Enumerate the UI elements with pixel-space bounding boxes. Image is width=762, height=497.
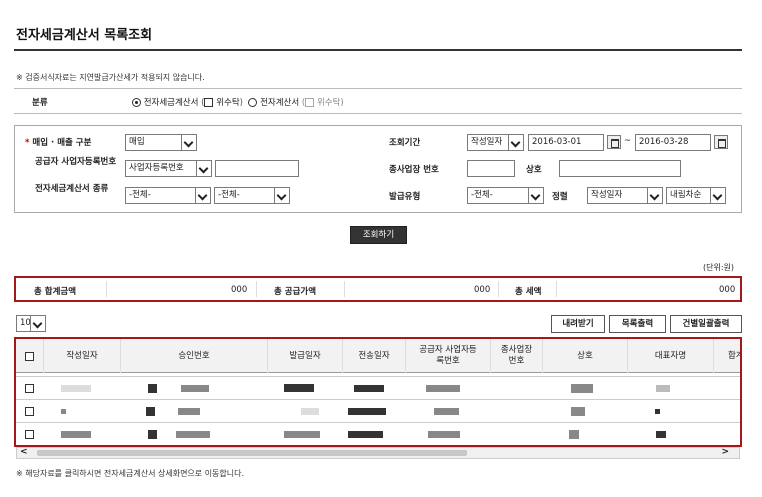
date-to-input[interactable]: 2016-03-28 [635,134,711,151]
tax-amount-label: 총 세액 [515,287,542,297]
radio-tax-invoice[interactable] [132,98,141,107]
trade-name-input[interactable] [559,160,681,177]
col-branch-number[interactable]: 종사업장 번호 [491,339,543,373]
invoice-table: 작성일자 승인번호 발급일자 전송일자 공급자 사업자등록번호 종사업장 번호 … [14,337,742,447]
issue-type-label: 발급유형 [389,192,421,202]
category-options: 전자세금계산서 ( 위수탁) 전자계산서 ( 위수탁) [132,96,344,108]
title-divider [14,49,742,51]
unit-label: (단위:원) [703,263,735,272]
chevron-down-icon [528,188,543,203]
select-all-cell [16,339,44,373]
table-row[interactable] [16,399,740,422]
radio-invoice-label: 전자계산서 [260,98,300,108]
chevron-down-icon [508,135,523,150]
col-issue-date[interactable]: 발급일자 [268,339,343,373]
date-from-input[interactable]: 2016-03-01 [528,134,604,151]
summary-bar: 총 합계금액 000 총 공급가액 000 총 세액 000 [14,276,742,302]
row-checkbox[interactable] [25,384,34,393]
order-select[interactable]: 내림차순 [666,187,726,204]
notice-bottom: ※ 해당자료를 클릭하시면 전자세금계산서 상세화면으로 이동합니다. [16,469,245,478]
supplier-label: 공급자 사업자등록번호 [35,157,117,167]
chevron-down-icon [274,188,289,203]
select-all-checkbox[interactable] [25,351,34,361]
supply-amount-label: 총 공급가액 [274,287,317,297]
col-approval-number[interactable]: 승인번호 [121,339,268,373]
category-row: 분류 전자세금계산서 ( 위수탁) 전자계산서 ( 위수탁) [14,88,742,114]
trade-name-label: 상호 [526,165,542,175]
row-checkbox[interactable] [25,430,34,439]
checkbox-consignment-2[interactable] [305,98,315,107]
checkbox-consignment-1-label: 위수탁 [216,98,240,108]
invoice-type-select-2[interactable]: -전체- [214,187,290,204]
supplier-type-select[interactable]: 사업자등록번호 [125,160,212,177]
supplier-number-input[interactable] [215,160,299,177]
download-button[interactable]: 내려받기 [551,315,605,333]
period-type-select[interactable]: 작성일자 [467,134,524,151]
calendar-icon[interactable] [607,135,621,149]
date-separator: ~ [624,136,632,146]
print-list-button[interactable]: 목록출력 [609,315,666,333]
branch-number-input[interactable] [467,160,515,177]
period-label: 조회기간 [389,138,421,148]
sales-type-label: * 매입 · 매출 구분 [25,138,92,148]
branch-label: 종사업장 번호 [389,165,439,175]
filter-panel: * 매입 · 매출 구분 매입 조회기간 작성일자 2016-03-01 ~ 2… [14,125,742,213]
search-button[interactable]: 조회하기 [350,226,407,244]
scroll-right-icon[interactable]: > [721,447,729,457]
total-amount-label: 총 합계금액 [34,287,77,297]
chevron-down-icon [30,316,45,331]
row-checkbox[interactable] [25,407,34,416]
col-representative[interactable]: 대표자명 [628,339,714,373]
calendar-icon[interactable] [714,135,728,149]
sort-select[interactable]: 작성일자 [587,187,663,204]
page-title: 전자세금계산서 목록조회 [16,28,153,43]
col-send-date[interactable]: 전송일자 [343,339,406,373]
horizontal-scrollbar[interactable]: < > [16,447,740,459]
invoice-type-label: 전자세금계산서 종류 [35,184,109,194]
radio-invoice[interactable] [248,98,258,107]
category-label: 분류 [32,98,48,108]
sales-type-select[interactable]: 매입 [125,134,197,151]
supply-amount-value: 000 [474,285,491,295]
table-row[interactable] [16,376,740,399]
col-supplier-reg-number[interactable]: 공급자 사업자등록번호 [406,339,491,373]
radio-tax-invoice-label: 전자세금계산서 [143,98,199,108]
col-trade-name[interactable]: 상호 [543,339,628,373]
chevron-down-icon [195,188,210,203]
scrollbar-thumb[interactable] [37,450,467,456]
col-written-date[interactable]: 작성일자 [44,339,121,373]
chevron-down-icon [710,188,725,203]
invoice-type-select-1[interactable]: -전체- [125,187,211,204]
issue-type-select[interactable]: -전체- [467,187,544,204]
tax-amount-value: 000 [719,285,736,295]
checkbox-consignment-1[interactable] [204,98,214,107]
chevron-down-icon [647,188,662,203]
scroll-left-icon[interactable]: < [20,447,28,457]
table-row[interactable] [16,422,740,445]
chevron-down-icon [181,135,196,150]
sort-label: 정렬 [552,192,568,202]
total-amount-value: 000 [231,285,248,295]
checkbox-consignment-2-label: 위수탁 [316,98,341,108]
page-size-select[interactable]: 10 [16,315,46,332]
table-header: 작성일자 승인번호 발급일자 전송일자 공급자 사업자등록번호 종사업장 번호 … [16,339,740,373]
col-total[interactable]: 합계 [714,339,740,373]
chevron-down-icon [196,161,211,176]
notice-top: ※ 검증서식자료는 지연발급가산세가 적용되지 않습니다. [16,73,205,82]
print-each-button[interactable]: 건별일괄출력 [670,315,742,333]
